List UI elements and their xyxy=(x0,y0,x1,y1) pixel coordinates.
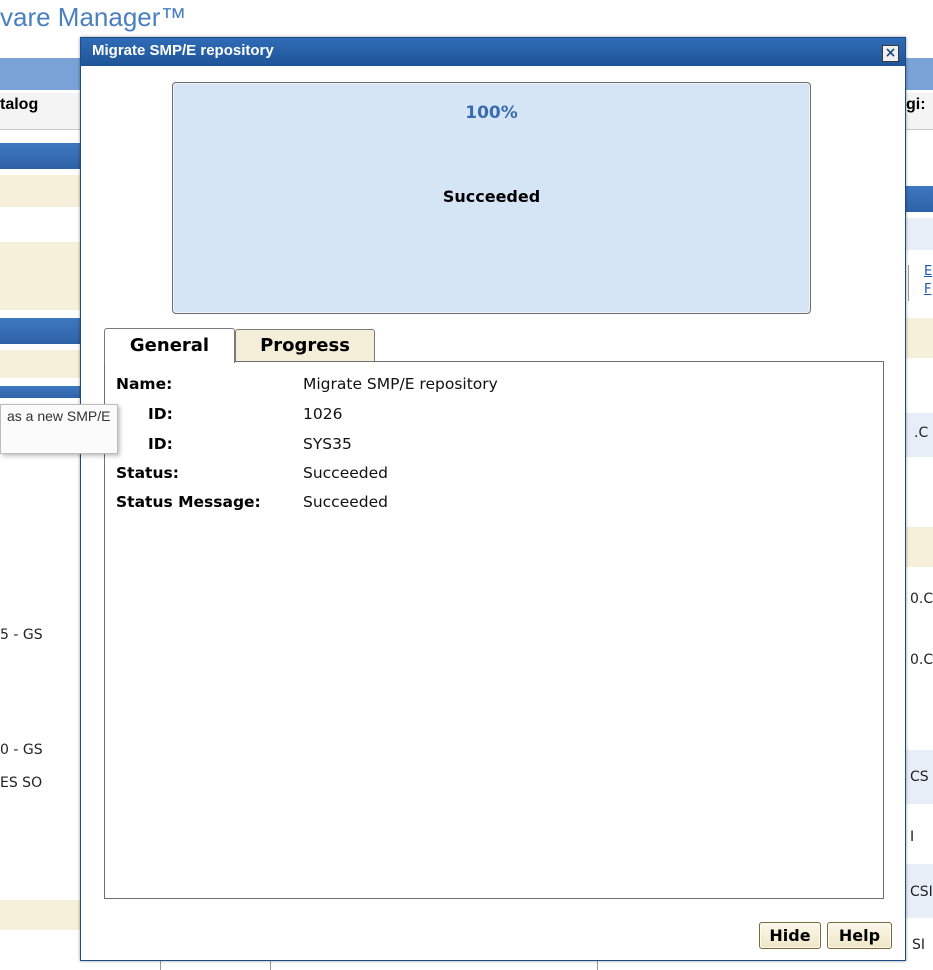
help-button[interactable]: Help xyxy=(827,922,892,949)
section-row xyxy=(0,350,80,378)
section-row xyxy=(0,175,80,207)
hide-button[interactable]: Hide xyxy=(759,922,821,949)
detail-label: ID: xyxy=(148,435,173,453)
app-title: vare Manager™ xyxy=(0,2,187,32)
detail-value: Succeeded xyxy=(303,493,388,511)
list-item-fragment[interactable]: ES SO xyxy=(0,775,42,791)
section-row xyxy=(0,242,80,310)
list-item-fragment[interactable]: 5 - GS xyxy=(0,627,43,643)
list-item-fragment[interactable]: 0.C xyxy=(910,652,933,668)
detail-value: SYS35 xyxy=(303,435,352,453)
section-header-bar xyxy=(0,143,80,169)
column-link[interactable]: E xyxy=(924,264,932,279)
progress-panel: 100% Succeeded xyxy=(172,82,811,314)
detail-label: ID: xyxy=(148,405,173,423)
section-header-bar xyxy=(0,386,80,398)
detail-label: Name: xyxy=(116,375,173,393)
close-icon[interactable]: × xyxy=(882,45,899,62)
migrate-dialog: Migrate SMP/E repository × 100% Succeede… xyxy=(80,37,906,961)
column-link[interactable]: F xyxy=(924,282,931,297)
tooltip: as a new SMP/E xyxy=(0,404,118,454)
list-item-fragment[interactable]: CSI xyxy=(910,884,933,900)
list-item-fragment[interactable]: 0 - GS xyxy=(0,742,43,758)
section-header-bar xyxy=(906,186,933,212)
section-row xyxy=(906,527,933,567)
column-divider xyxy=(908,265,909,301)
general-details-panel: Name: Migrate SMP/E repository ID: 1026 … xyxy=(104,361,884,899)
tab-registry[interactable]: gi: xyxy=(906,96,926,114)
section-row xyxy=(906,318,933,358)
section-row xyxy=(0,900,80,930)
detail-value: Succeeded xyxy=(303,464,388,482)
dialog-title: Migrate SMP/E repository xyxy=(92,42,274,59)
list-item-fragment[interactable]: I xyxy=(910,829,914,845)
dialog-titlebar[interactable]: Migrate SMP/E repository × xyxy=(81,38,905,66)
tab-general[interactable]: General xyxy=(104,328,235,363)
detail-value: Migrate SMP/E repository xyxy=(303,375,498,393)
list-item-fragment[interactable]: 0.C xyxy=(910,591,933,607)
tab-progress[interactable]: Progress xyxy=(235,329,375,361)
tab-catalog[interactable]: talog xyxy=(0,96,38,114)
list-item-fragment[interactable]: .C xyxy=(914,425,928,441)
section-header-bar xyxy=(0,318,80,344)
progress-status: Succeeded xyxy=(442,187,541,206)
detail-label: Status: xyxy=(116,464,179,482)
detail-value: 1026 xyxy=(303,405,343,423)
column-divider xyxy=(270,960,271,970)
list-item-fragment[interactable]: CS xyxy=(910,769,929,785)
list-item-fragment[interactable]: SI xyxy=(912,937,925,953)
section-row xyxy=(906,218,933,250)
detail-label: Status Message: xyxy=(116,493,261,511)
column-divider xyxy=(597,960,598,970)
column-divider xyxy=(160,960,161,970)
progress-percent: 100% xyxy=(465,103,518,123)
